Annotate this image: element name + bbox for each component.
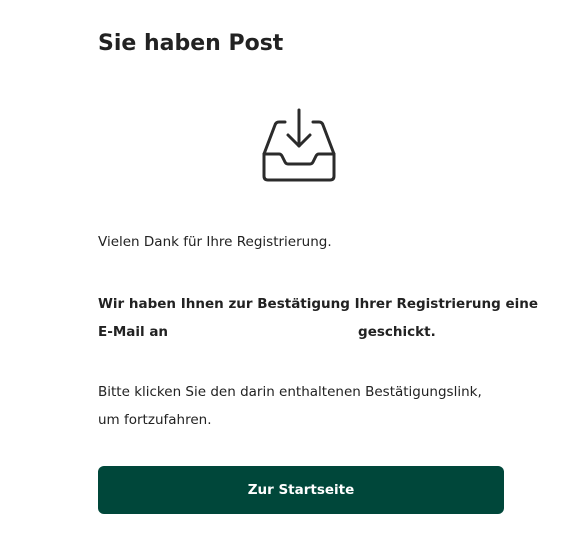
confirmation-prefix: E-Mail an [98,324,169,340]
confirmation-suffix: geschickt. [358,324,436,340]
inbox-download-icon [261,106,341,186]
home-button[interactable]: Zur Startseite [98,466,504,514]
confirmation-line-1: Wir haben Ihnen zur Bestätigung Ihrer Re… [98,296,539,312]
instructions-line-1: Bitte klicken Sie den darin enthaltenen … [98,384,482,400]
confirmation-line-2: E-Mail an geschickt. [98,318,508,346]
page-title: Sie haben Post [98,31,284,56]
instructions-text: Bitte klicken Sie den darin enthaltenen … [98,378,508,434]
instructions-line-2: um fortzufahren. [98,412,212,428]
thanks-text: Vielen Dank für Ihre Registrierung. [98,234,332,250]
confirmation-text: Wir haben Ihnen zur Bestätigung Ihrer Re… [98,290,539,346]
